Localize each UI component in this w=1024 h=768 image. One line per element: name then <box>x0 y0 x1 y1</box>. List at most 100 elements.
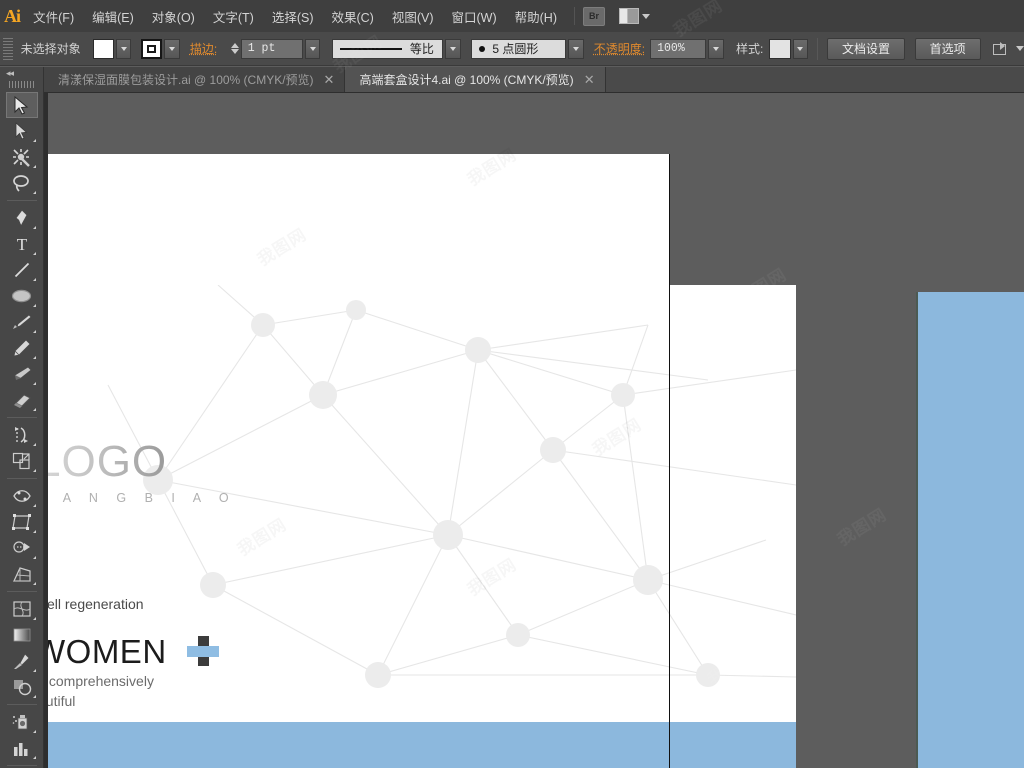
artboard-edge-upper <box>669 154 670 285</box>
menu-window[interactable]: 窗口(W) <box>443 0 506 32</box>
menu-edit[interactable]: 编辑(E) <box>83 0 143 32</box>
arrange-chevron-down-icon[interactable] <box>1015 46 1024 51</box>
tools-divider <box>6 200 37 201</box>
gradient-tool[interactable] <box>6 622 38 648</box>
blob-brush-tool[interactable] <box>6 361 38 387</box>
type-tool[interactable]: T <box>6 231 38 257</box>
artwork-logo-subtitle: H A N G B I A O <box>48 491 237 505</box>
brush-definition-dropdown[interactable] <box>568 38 584 59</box>
stroke-weight-stepper[interactable] <box>230 39 241 59</box>
free-transform-tool[interactable] <box>6 509 38 535</box>
shape-builder-tool[interactable] <box>6 535 38 561</box>
stroke-profile-preview-icon <box>339 47 402 50</box>
opacity-label[interactable]: 不透明度: <box>594 40 645 57</box>
close-icon[interactable]: ✕ <box>584 73 595 86</box>
eraser-tool[interactable] <box>6 387 38 413</box>
tools-panel-grip[interactable] <box>8 81 35 88</box>
double-chevron-icon: ◂◂ <box>6 68 14 78</box>
control-bar-divider <box>817 37 818 60</box>
ellipse-tool[interactable] <box>6 283 38 309</box>
brush-dot-icon <box>479 45 486 52</box>
stroke-weight-dropdown[interactable] <box>304 38 321 59</box>
document-tab-2[interactable]: 高端套盒设计4.ai @ 100% (CMYK/预览) ✕ <box>345 67 606 92</box>
stroke-color-dropdown[interactable] <box>164 38 180 59</box>
layout-grid-icon <box>619 8 639 24</box>
graphic-style-swatch[interactable] <box>769 38 791 59</box>
app-logo-icon: Ai <box>4 5 21 26</box>
pen-tool[interactable] <box>6 205 38 231</box>
menu-select[interactable]: 选择(S) <box>263 0 323 32</box>
tools-divider <box>6 417 37 418</box>
document-tab-1[interactable]: 清漾保湿面膜包装设计.ai @ 100% (CMYK/预览) ✕ <box>44 67 346 92</box>
stroke-profile-label: 等比 <box>409 42 434 56</box>
tools-divider <box>6 704 37 705</box>
magic-wand-tool[interactable] <box>6 144 38 170</box>
direct-selection-tool[interactable] <box>6 118 38 144</box>
perspective-grid-tool[interactable] <box>6 561 38 587</box>
selection-tool[interactable] <box>5 92 38 118</box>
document-tab-2-label: 高端套盒设计4.ai @ 100% (CMYK/预览) <box>359 73 574 87</box>
control-bar: 未选择对象 描边: 1 pt 等比 5 点圆形 不透明度: 100% 样式: 文… <box>0 32 1024 66</box>
tools-divider <box>6 765 37 766</box>
brush-definition-label: 5 点圆形 <box>492 42 539 56</box>
artwork-body-line1: s comprehensively <box>48 673 154 689</box>
opacity-input[interactable]: 100% <box>650 38 707 59</box>
artwork-bottom-blue-band <box>48 722 796 768</box>
menu-divider <box>574 7 575 25</box>
artboard-main[interactable]: LOGO H A N G B I A O cell regeneration W… <box>48 285 796 722</box>
arrange-documents-icon[interactable] <box>992 41 1010 56</box>
chevron-down-icon <box>642 13 650 19</box>
tools-divider <box>6 591 37 592</box>
menu-bar-right-group: Br <box>566 6 1024 26</box>
preferences-button[interactable]: 首选项 <box>914 37 981 60</box>
eyedropper-tool[interactable] <box>6 648 38 674</box>
graphic-style-dropdown[interactable] <box>792 38 809 59</box>
stroke-profile-select[interactable]: 等比 <box>331 38 444 59</box>
tools-divider <box>6 478 37 479</box>
document-canvas[interactable]: LOGO H A N G B I A O cell regeneration W… <box>44 93 1024 768</box>
brush-definition-select[interactable]: 5 点圆形 <box>471 38 567 59</box>
menu-file[interactable]: 文件(F) <box>24 0 83 32</box>
scale-tool[interactable] <box>6 448 38 474</box>
menu-view[interactable]: 视图(V) <box>383 0 443 32</box>
document-tab-bar: 清漾保湿面膜包装设计.ai @ 100% (CMYK/预览) ✕ 高端套盒设计4… <box>44 67 1024 93</box>
document-setup-button[interactable]: 文档设置 <box>827 37 906 60</box>
stroke-color-swatch[interactable] <box>141 38 163 59</box>
stroke-weight-input[interactable]: 1 pt <box>240 38 303 59</box>
paintbrush-tool[interactable] <box>6 309 38 335</box>
menu-effect[interactable]: 效果(C) <box>322 0 382 32</box>
fill-color-dropdown[interactable] <box>115 38 132 59</box>
fill-color-swatch[interactable] <box>92 38 114 59</box>
menu-bar: Ai 文件(F) 编辑(E) 对象(O) 文字(T) 选择(S) 效果(C) 视… <box>0 0 1024 32</box>
rotate-tool[interactable] <box>6 422 38 448</box>
artwork-logo-block: LOGO H A N G B I A O <box>48 440 237 506</box>
style-label: 样式: <box>735 42 764 56</box>
close-icon[interactable]: ✕ <box>324 73 335 86</box>
control-bar-grip[interactable] <box>3 37 13 60</box>
stroke-label[interactable]: 描边: <box>190 40 217 57</box>
artwork-right-blue-panel <box>918 292 1024 768</box>
menu-help[interactable]: 帮助(H) <box>506 0 566 32</box>
pencil-tool[interactable] <box>6 335 38 361</box>
symbol-sprayer-tool[interactable] <box>6 709 38 735</box>
opacity-dropdown[interactable] <box>708 38 724 59</box>
bridge-icon[interactable]: Br <box>583 6 605 26</box>
width-tool[interactable] <box>6 483 38 509</box>
lasso-tool[interactable] <box>6 170 38 196</box>
line-segment-tool[interactable] <box>6 257 38 283</box>
artboard-top[interactable] <box>48 154 669 285</box>
menu-type[interactable]: 文字(T) <box>204 0 263 32</box>
tools-panel-collapse[interactable]: ◂◂ <box>0 67 43 80</box>
artwork-body-line2: autiful <box>48 693 76 709</box>
workspace-switcher[interactable] <box>619 8 650 24</box>
watermark: 我图网 <box>834 504 890 550</box>
stroke-profile-dropdown[interactable] <box>445 38 461 59</box>
column-graph-tool[interactable] <box>6 735 38 761</box>
artwork-tagline-small: cell regeneration <box>48 596 144 612</box>
selection-status-label: 未选择对象 <box>20 42 81 56</box>
menu-object[interactable]: 对象(O) <box>143 0 204 32</box>
blend-tool[interactable] <box>6 674 38 700</box>
mesh-tool[interactable] <box>6 596 38 622</box>
tools-panel: ◂◂ T <box>0 67 44 768</box>
svg-text:T: T <box>16 235 27 253</box>
